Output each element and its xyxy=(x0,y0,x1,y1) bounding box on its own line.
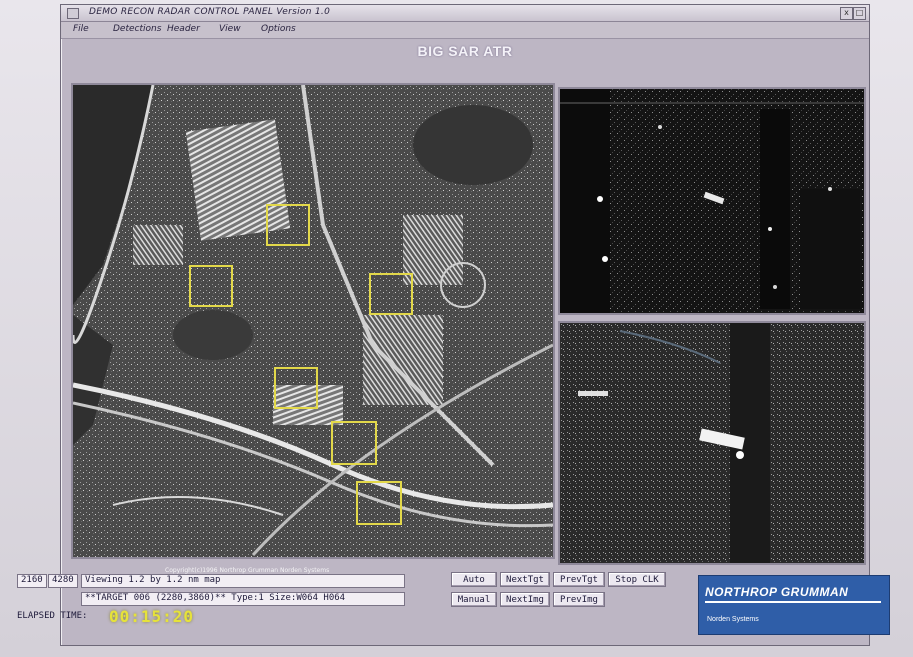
menu-detections[interactable]: Detections xyxy=(113,24,161,34)
app-window: DEMO RECON RADAR CONTROL PANEL Version 1… xyxy=(17,4,890,646)
auto-button[interactable]: Auto xyxy=(451,572,497,587)
next-target-button[interactable]: NextTgt xyxy=(500,572,550,587)
elapsed-time-label: ELAPSED TIME: xyxy=(17,611,88,621)
coord-y-field[interactable]: 4280 xyxy=(48,574,78,588)
prev-image-button[interactable]: PrevImg xyxy=(553,592,605,607)
menu-view[interactable]: View xyxy=(219,24,241,34)
coord-x-field[interactable]: 2160 xyxy=(17,574,47,588)
sar-map-graphic xyxy=(73,85,553,557)
viewing-field: Viewing 1.2 by 1.2 nm map xyxy=(81,574,405,588)
menu-options[interactable]: Options xyxy=(261,24,296,34)
next-image-button[interactable]: NextImg xyxy=(500,592,550,607)
detection-box-6[interactable] xyxy=(356,481,402,525)
menu-file[interactable]: File xyxy=(73,24,89,34)
detection-box-4[interactable] xyxy=(274,367,318,409)
elapsed-time-value: 00:15:20 xyxy=(109,607,195,626)
target-chip-upper[interactable] xyxy=(558,87,866,315)
menu-bar: File Detections Header View Options xyxy=(61,22,869,39)
logo-main-text: NORTHROP GRUMMAN xyxy=(705,585,849,599)
copyright-text: Copyright(c)1996 Northrop Grumman Norden… xyxy=(165,567,330,574)
northrop-grumman-logo: NORTHROP GRUMMAN Norden Systems xyxy=(698,575,890,635)
detection-box-2[interactable] xyxy=(189,265,233,307)
menu-header[interactable]: Header xyxy=(167,24,200,34)
manual-button[interactable]: Manual xyxy=(451,592,497,607)
sar-map-image[interactable] xyxy=(71,83,555,559)
prev-target-button[interactable]: PrevTgt xyxy=(553,572,605,587)
window-menu-icon[interactable] xyxy=(67,8,79,19)
target-chip-lower[interactable] xyxy=(558,321,866,565)
target-info-field: **TARGET 006 (2280,3860)** Type:1 Size:W… xyxy=(81,592,405,606)
app-title: BIG SAR ATR xyxy=(417,43,513,59)
maximize-icon[interactable]: □ xyxy=(853,7,866,20)
stop-clock-button[interactable]: Stop CLK xyxy=(608,572,666,587)
title-bar[interactable]: DEMO RECON RADAR CONTROL PANEL Version 1… xyxy=(61,5,869,22)
detection-box-5[interactable] xyxy=(331,421,377,465)
logo-sub-text: Norden Systems xyxy=(707,616,759,623)
sar-chip-graphic-upper xyxy=(560,89,864,313)
window-title: DEMO RECON RADAR CONTROL PANEL Version 1… xyxy=(89,7,331,17)
close-icon[interactable]: x xyxy=(840,7,853,20)
logo-divider xyxy=(705,601,881,603)
monitor-bezel: DEMO RECON RADAR CONTROL PANEL Version 1… xyxy=(0,0,913,657)
detection-box-3[interactable] xyxy=(369,273,413,315)
detection-box-1[interactable] xyxy=(266,204,310,246)
sar-chip-graphic-lower xyxy=(560,323,864,563)
